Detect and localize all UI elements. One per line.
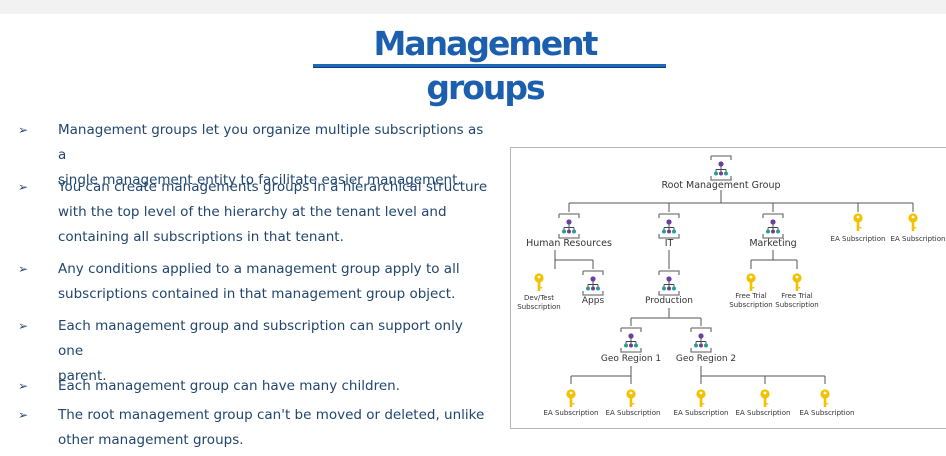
bullet-item: ➢ Any conditions applied to a management… (18, 257, 488, 307)
subscription-key-icon (760, 389, 770, 407)
free-trial-label: Subscription (729, 301, 773, 309)
bullet-line: containing all subscriptions in that ten… (58, 229, 344, 245)
subscription-key-icon (820, 389, 830, 407)
ea-subscription-label: EA Subscription (606, 409, 661, 417)
bullet-arrow-icon: ➢ (18, 123, 29, 137)
marketing-management-group-icon (762, 213, 784, 239)
hr-label: Human Resources (526, 238, 612, 249)
free-trial-label: Free Trial (735, 292, 766, 300)
free-trial-label: Subscription (775, 301, 819, 309)
ea-subscription-label: EA Subscription (891, 235, 946, 243)
devtest-label: Subscription (517, 303, 561, 311)
bullet-arrow-icon: ➢ (18, 262, 29, 276)
bullet-line: You can create managements groups in a h… (58, 179, 488, 195)
bullet-arrow-icon: ➢ (18, 408, 29, 422)
subscription-key-icon (746, 273, 756, 291)
devtest-label: Dev/Test (524, 294, 554, 302)
subscription-key-icon (908, 213, 918, 231)
bullet-arrow-icon: ➢ (18, 379, 29, 393)
marketing-label: Marketing (749, 238, 796, 249)
bullet-line: other management groups. (58, 432, 244, 448)
production-label: Production (645, 296, 693, 306)
bullet-line: subscriptions contained in that manageme… (58, 286, 456, 302)
subscription-key-icon (626, 389, 636, 407)
ea-subscription-label: EA Subscription (674, 409, 729, 417)
bullet-line: Management groups let you organize multi… (58, 122, 484, 163)
bullet-line: Each management group and subscription c… (58, 318, 463, 359)
production-management-group-icon (658, 270, 680, 296)
slide-title: Management groups (373, 24, 599, 107)
ea-subscription-label: EA Subscription (544, 409, 599, 417)
bullet-line: with the top level of the hierarchy at t… (58, 204, 447, 220)
subscription-key-icon (566, 389, 576, 407)
geo-region-2-label: Geo Region 2 (676, 354, 736, 364)
apps-management-group-icon (582, 270, 604, 296)
bullet-line: Each management group can have many chil… (58, 378, 400, 394)
bullet-line: The root management group can't be moved… (58, 407, 485, 423)
ea-subscription-label: EA Subscription (736, 409, 791, 417)
bullet-item: ➢ Each management group can have many ch… (18, 374, 488, 399)
apps-label: Apps (582, 296, 605, 306)
subscription-key-icon (853, 213, 863, 231)
root-label: Root Management Group (661, 180, 780, 191)
it-management-group-icon (658, 213, 680, 239)
bullet-item: ➢ The root management group can't be mov… (18, 403, 488, 453)
ea-subscription-label: EA Subscription (800, 409, 855, 417)
root-management-group-icon (710, 155, 732, 181)
geo-region-1-management-group-icon (620, 327, 642, 353)
subscription-key-icon (696, 389, 706, 407)
ea-subscription-label: EA Subscription (831, 235, 886, 243)
bullet-item: ➢ You can create managements groups in a… (18, 175, 488, 250)
bullet-arrow-icon: ➢ (18, 319, 29, 333)
bullet-line: Any conditions applied to a management g… (58, 261, 460, 277)
top-band (0, 0, 946, 14)
hr-management-group-icon (558, 213, 580, 239)
title-underline-shadow (313, 67, 666, 68)
hierarchy-svg: Root Management Group Human Resources IT… (517, 155, 946, 417)
subscription-key-icon (792, 273, 802, 291)
geo-region-2-management-group-icon (690, 327, 712, 353)
bullet-arrow-icon: ➢ (18, 180, 29, 194)
free-trial-label: Free Trial (781, 292, 812, 300)
geo-region-1-label: Geo Region 1 (601, 354, 661, 364)
it-label: IT (665, 238, 674, 249)
management-group-hierarchy-diagram: Root Management Group Human Resources IT… (510, 147, 946, 429)
subscription-key-icon (534, 273, 544, 291)
